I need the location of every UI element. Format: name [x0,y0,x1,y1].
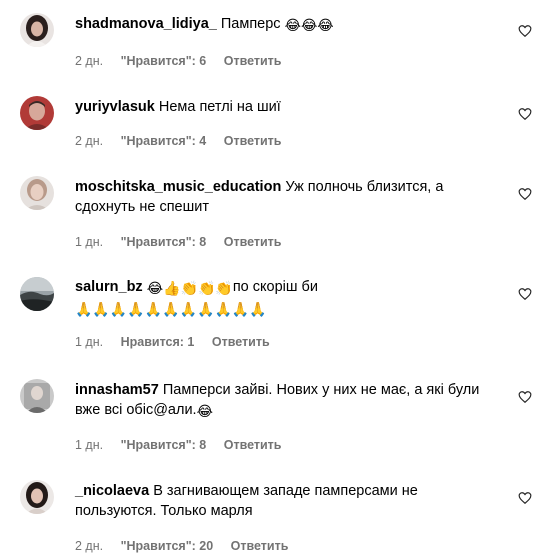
comment-meta: 1 дн. "Нравится": 8 Ответить [75,234,281,250]
comment-username[interactable]: yuriyvlasuk [75,99,155,115]
heart-icon[interactable] [518,24,532,38]
comment-likes[interactable]: "Нравится": 8 [121,234,207,250]
reply-button[interactable]: Ответить [224,234,282,250]
comment-username[interactable]: shadmanova_lidiya_ [75,16,217,32]
comment-meta: 1 дн. "Нравится": 8 Ответить [75,437,281,453]
comment-username[interactable]: innasham57 [75,382,159,398]
comment-time[interactable]: 2 дн. [75,133,103,149]
avatar[interactable] [20,13,54,47]
comment-likes[interactable]: "Нравится": 20 [121,538,214,554]
comment-body: yuriyvlasuk Нема петлі на шиї [75,97,495,117]
comment-time[interactable]: 2 дн. [75,53,103,69]
comment-likes[interactable]: "Нравится": 4 [121,133,207,149]
reply-button[interactable]: Ответить [224,53,282,69]
comment-meta: 2 дн. "Нравится": 6 Ответить [75,53,281,69]
comment-meta: 2 дн. "Нравится": 20 Ответить [75,538,288,554]
comment-time[interactable]: 1 дн. [75,234,103,250]
heart-icon[interactable] [518,287,532,301]
comment-time[interactable]: 1 дн. [75,437,103,453]
reply-button[interactable]: Ответить [224,133,282,149]
emoji-group: 🙏🙏🙏🙏🙏🙏🙏🙏🙏🙏🙏 [75,302,267,318]
comment-username[interactable]: salurn_bz [75,279,143,295]
avatar[interactable] [20,379,54,413]
emoji-group: 😂😂😂 [284,18,334,34]
comment-body: salurn_bz 😂👍👏👏👏по скоріш би 🙏🙏🙏🙏🙏🙏🙏🙏🙏🙏🙏 [75,277,495,319]
comment-likes[interactable]: "Нравится": 6 [121,53,207,69]
emoji-group: 😂 [196,404,213,420]
heart-icon[interactable] [518,187,532,201]
comment-meta: 1 дн. Нравится: 1 Ответить [75,334,270,350]
heart-icon[interactable] [518,491,532,505]
heart-icon[interactable] [518,390,532,404]
comment-text: Нема петлі на шиї [158,99,281,115]
comment-time[interactable]: 1 дн. [75,334,103,350]
avatar[interactable] [20,480,54,514]
comment-body: shadmanova_lidiya_ Памперс 😂😂😂 [75,14,495,35]
avatar[interactable] [20,176,54,210]
avatar[interactable] [20,277,54,311]
reply-button[interactable]: Ответить [231,538,289,554]
comment-body: moschitska_music_education Уж полночь бл… [75,177,475,217]
comment-likes[interactable]: "Нравится": 8 [121,437,207,453]
comment-body: innasham57 Памперси зайві. Нових у них н… [75,380,485,421]
avatar[interactable] [20,96,54,130]
comment-time[interactable]: 2 дн. [75,538,103,554]
comment-body: _nicolaeva В загнивающем западе памперса… [75,481,475,521]
comment-meta: 2 дн. "Нравится": 4 Ответить [75,133,281,149]
comment-likes[interactable]: Нравится: 1 [121,334,195,350]
comment-username[interactable]: moschitska_music_education [75,179,281,195]
heart-icon[interactable] [518,107,532,121]
comment-username[interactable]: _nicolaeva [75,483,149,499]
reply-button[interactable]: Ответить [212,334,270,350]
comment-text: Памперс [220,16,281,32]
comment-text: по скоріш би [232,279,318,295]
emoji-group: 😂👍👏👏👏 [146,281,233,297]
reply-button[interactable]: Ответить [224,437,282,453]
